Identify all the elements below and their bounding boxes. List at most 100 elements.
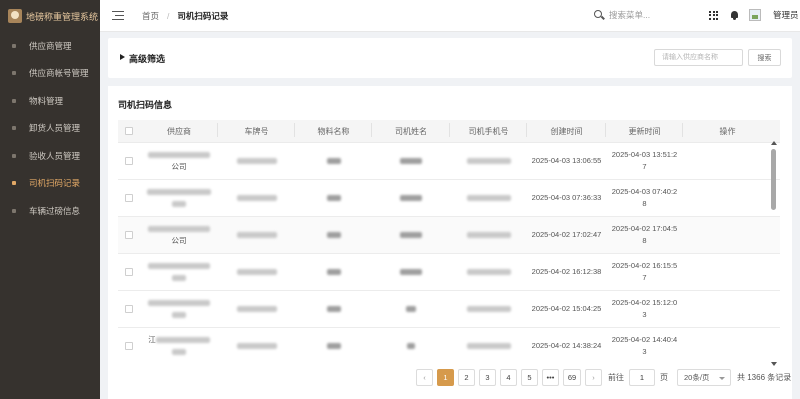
material-cell: [295, 192, 372, 204]
redacted-text: [148, 152, 210, 159]
redacted-text: [326, 158, 341, 165]
page-button[interactable]: 2: [458, 368, 475, 386]
sidebar-item-vehicle-weighing[interactable]: 车辆过磅信息: [0, 197, 100, 225]
created-time-cell: 2025-04-03 13:06:55: [531, 156, 602, 165]
row-select-cell: [118, 268, 140, 276]
redacted-text: [326, 343, 341, 350]
table-scrollbar[interactable]: [770, 141, 778, 366]
driver-name-cell: [372, 229, 450, 241]
menu-search[interactable]: 搜索菜单...: [594, 9, 650, 21]
plate-cell: [218, 229, 295, 241]
advanced-filter-title[interactable]: 高级筛选: [129, 52, 165, 65]
table-row[interactable]: 江 2025-04-02 14:38:24 2025-04-02 14:40:4…: [118, 328, 780, 364]
redacted-text: [406, 306, 416, 313]
avatar[interactable]: [749, 9, 761, 21]
table-row[interactable]: 2025-04-02 15:04:25 2025-04-02 15:12:03: [118, 291, 780, 328]
scroll-up-icon[interactable]: [771, 141, 777, 145]
redacted-text: [172, 312, 186, 319]
column-header: 更新时间: [606, 122, 683, 137]
app-logo[interactable]: 地磅称重管理系统: [0, 0, 100, 32]
breadcrumb-home[interactable]: 首页: [142, 10, 159, 22]
table-row[interactable]: 2025-04-03 07:36:33 2025-04-03 07:40:28: [118, 180, 780, 217]
plate-cell: [218, 155, 295, 167]
sidebar-item-label: 司机扫码记录: [29, 178, 81, 189]
redacted-text: [236, 269, 277, 276]
chevron-left-icon: ‹: [423, 372, 426, 382]
page-button[interactable]: 1: [437, 368, 454, 386]
supplier-name-input[interactable]: [654, 49, 743, 66]
driver-name-cell: [372, 266, 450, 278]
advanced-filter-panel: 高级筛选 搜索: [108, 38, 792, 78]
more-pages-button[interactable]: •••: [542, 368, 559, 386]
redacted-text: [466, 158, 511, 165]
sidebar-item-label: 卸货人员管理: [29, 123, 81, 134]
sidebar-item-unloader[interactable]: 卸货人员管理: [0, 115, 100, 143]
table-header: 供应商 车牌号 物料名称 司机姓名 司机手机号 创建时间 更新时间 操作: [118, 120, 780, 143]
bell-icon[interactable]: [730, 10, 739, 20]
breadcrumb-current: 司机扫码记录: [177, 10, 229, 21]
redacted-text: [407, 343, 415, 350]
total-count: 共 1366 条记录: [737, 372, 792, 382]
apps-grid-icon[interactable]: [709, 10, 718, 20]
created-time-cell: 2025-04-02 17:02:47: [531, 230, 602, 239]
driver-phone-cell: [450, 155, 527, 167]
scrollbar-thumb[interactable]: [771, 149, 776, 210]
table-row[interactable]: 2025-04-02 16:12:38 2025-04-02 16:15:57: [118, 254, 780, 291]
row-select-cell: [118, 305, 140, 313]
row-checkbox[interactable]: [125, 231, 133, 239]
page-button[interactable]: 3: [479, 368, 496, 386]
goto-page-input[interactable]: 1: [629, 368, 655, 386]
caret-right-icon[interactable]: [120, 54, 125, 60]
row-select-cell: [118, 194, 140, 202]
select-all-checkbox[interactable]: [125, 127, 133, 135]
sidebar-item-supplier-account[interactable]: 供应商帐号管理: [0, 60, 100, 88]
redacted-text: [326, 195, 341, 202]
driver-phone-cell: [450, 303, 527, 315]
chevron-right-icon: ›: [592, 372, 595, 382]
next-page-button[interactable]: ›: [585, 368, 602, 386]
scroll-down-icon[interactable]: [771, 362, 777, 366]
sidebar-item-label: 车辆过磅信息: [29, 205, 81, 216]
redacted-text: [400, 232, 422, 239]
row-checkbox[interactable]: [125, 305, 133, 313]
page-size-select[interactable]: 20条/页: [677, 368, 731, 386]
row-checkbox[interactable]: [125, 342, 133, 350]
page-button[interactable]: 4: [500, 368, 517, 386]
sidebar-item-label: 物料管理: [29, 95, 64, 106]
page-button[interactable]: 69: [563, 368, 581, 386]
supplier-cell: [140, 186, 218, 210]
row-checkbox[interactable]: [125, 157, 133, 165]
menu-dot-icon: [12, 43, 16, 48]
driver-phone-cell: [450, 266, 527, 278]
row-checkbox[interactable]: [125, 268, 133, 276]
supplier-cell: 江: [140, 334, 218, 358]
prev-page-button[interactable]: ‹: [416, 368, 433, 386]
sidebar-item-driver-scan[interactable]: 司机扫码记录: [0, 170, 100, 198]
redacted-text: [466, 306, 511, 313]
created-time-cell: 2025-04-02 16:12:38: [531, 267, 602, 276]
sidebar-item-label: 供应商帐号管理: [29, 68, 89, 79]
page-button[interactable]: 5: [521, 368, 538, 386]
table-row[interactable]: 公司 2025-04-02 17:02:47 2025-04-02 17:04:…: [118, 217, 780, 254]
redacted-text: [326, 269, 341, 276]
row-checkbox[interactable]: [125, 194, 133, 202]
row-select-cell: [118, 157, 140, 165]
redacted-text: [400, 269, 422, 276]
redacted-text: [326, 306, 341, 313]
username[interactable]: 管理员: [773, 9, 799, 21]
sidebar-item-supplier-management[interactable]: 供应商管理: [0, 32, 100, 60]
redacted-text: [148, 226, 210, 233]
sidebar-item-label: 供应商管理: [29, 40, 72, 51]
collapse-menu-icon[interactable]: [112, 10, 124, 21]
pagination: ‹ 1 2 3 4 5 ••• 69 › 前往 1 页 20条/页 共 1366…: [416, 368, 791, 386]
sidebar-item-inspector[interactable]: 验收人员管理: [0, 142, 100, 170]
menu-dot-icon: [12, 71, 16, 76]
sidebar-item-material[interactable]: 物料管理: [0, 87, 100, 115]
plate-cell: [218, 303, 295, 315]
driver-phone-cell: [450, 340, 527, 352]
search-button[interactable]: 搜索: [748, 49, 781, 66]
material-cell: [295, 303, 372, 315]
table-row[interactable]: 公司 2025-04-03 13:06:55 2025-04-03 13:51:…: [118, 143, 780, 180]
updated-time-cell: 2025-04-02 14:40:43: [611, 335, 678, 356]
main-panel: 司机扫码信息 供应商 车牌号 物料名称 司机姓名 司机手机号 创建时间 更新时间…: [108, 86, 792, 399]
